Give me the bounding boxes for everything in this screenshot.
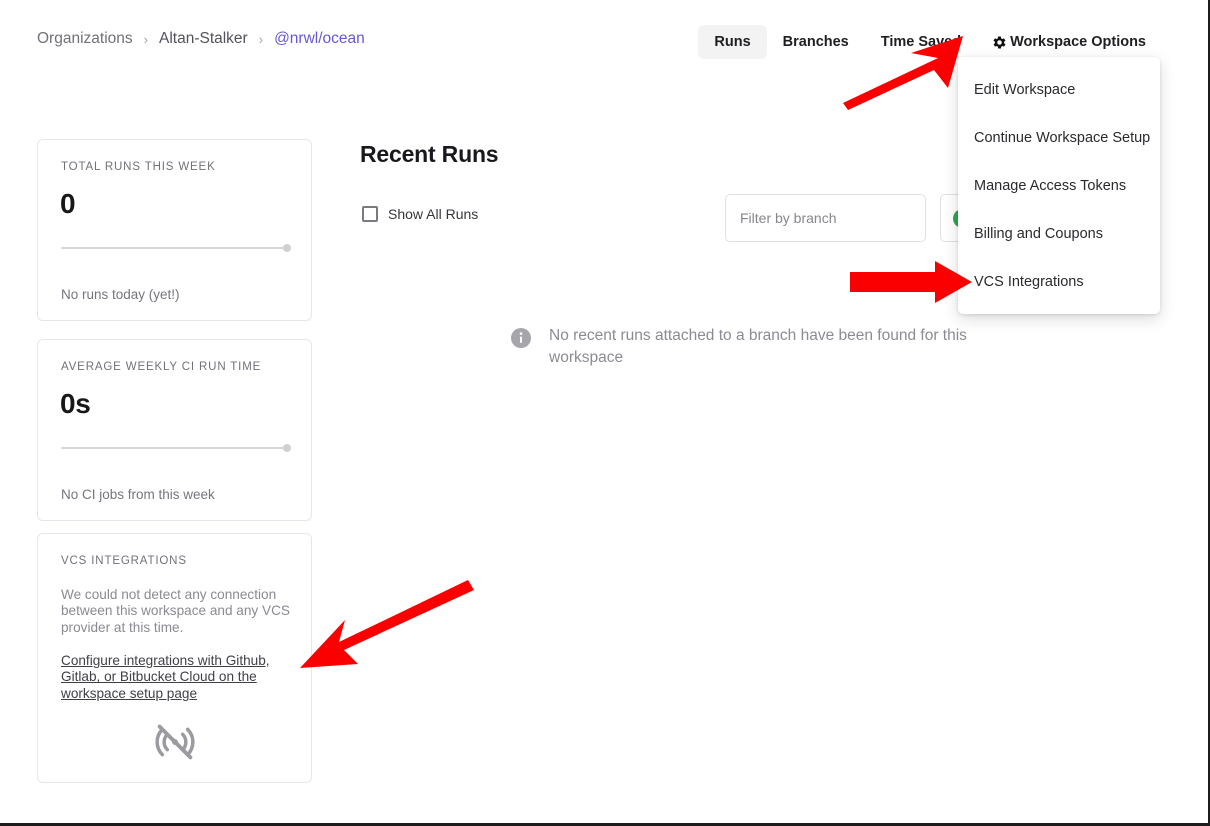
sparkline-chart [61,443,291,453]
breadcrumb-separator-icon: › [259,33,263,46]
page-title: Recent Runs [360,141,498,168]
menu-item-continue-workspace-setup[interactable]: Continue Workspace Setup [958,114,1160,162]
tab-branches[interactable]: Branches [767,25,865,59]
signal-off-icon [153,720,197,764]
top-navigation: Runs Branches Time Saved Workspace Optio… [698,24,1162,59]
info-icon [511,328,531,348]
card-footnote: No runs today (yet!) [61,287,180,302]
workspace-options-menu: Edit Workspace Continue Workspace Setup … [958,57,1160,314]
card-footnote: No CI jobs from this week [61,487,215,502]
arrow-to-vcs-integrations [850,261,972,303]
card-label: AVERAGE WEEKLY CI RUN TIME [61,361,261,373]
card-value: 0s [60,388,91,420]
vcs-description: We could not detect any connection betwe… [61,587,293,636]
card-label: VCS INTEGRATIONS [61,555,187,567]
sparkline-endpoint-dot [283,244,291,252]
checkbox-box-icon[interactable] [362,206,378,222]
tab-runs[interactable]: Runs [698,25,766,59]
breadcrumb-item-organizations[interactable]: Organizations [37,30,133,48]
menu-item-edit-workspace[interactable]: Edit Workspace [958,66,1160,114]
show-all-runs-label: Show All Runs [388,206,478,222]
breadcrumb-item-workspace[interactable]: @nrwl/ocean [274,30,365,48]
menu-item-manage-access-tokens[interactable]: Manage Access Tokens [958,162,1160,210]
arrow-to-vcs-card-link [300,580,474,668]
card-total-runs-this-week: TOTAL RUNS THIS WEEK 0 No runs today (ye… [37,139,312,321]
card-value: 0 [60,188,75,220]
empty-state-message: No recent runs attached to a branch have… [549,325,979,369]
sparkline-endpoint-dot [283,444,291,452]
gear-icon [991,34,1008,51]
branch-filter-input[interactable] [725,194,926,242]
tab-workspace-options[interactable]: Workspace Options [977,24,1162,59]
card-vcs-integrations: VCS INTEGRATIONS We could not detect any… [37,533,312,783]
menu-item-billing-and-coupons[interactable]: Billing and Coupons [958,210,1160,258]
tab-time-saved[interactable]: Time Saved [865,25,977,59]
card-label: TOTAL RUNS THIS WEEK [61,161,216,173]
card-average-weekly-ci-run-time: AVERAGE WEEKLY CI RUN TIME 0s No CI jobs… [37,339,312,521]
empty-state-no-runs: No recent runs attached to a branch have… [511,325,979,369]
breadcrumb-separator-icon: › [144,33,148,46]
vcs-setup-link[interactable]: Configure integrations with Github, Gitl… [61,653,289,702]
breadcrumb: Organizations › Altan-Stalker › @nrwl/oc… [37,30,365,48]
breadcrumb-item-organization[interactable]: Altan-Stalker [159,30,248,48]
sparkline-line [61,247,285,249]
show-all-runs-checkbox[interactable]: Show All Runs [362,206,478,222]
menu-item-vcs-integrations[interactable]: VCS Integrations [958,258,1160,306]
app-window: Organizations › Altan-Stalker › @nrwl/oc… [0,0,1210,826]
tab-workspace-options-label: Workspace Options [1010,34,1146,50]
sparkline-chart [61,243,291,253]
sparkline-line [61,447,285,449]
